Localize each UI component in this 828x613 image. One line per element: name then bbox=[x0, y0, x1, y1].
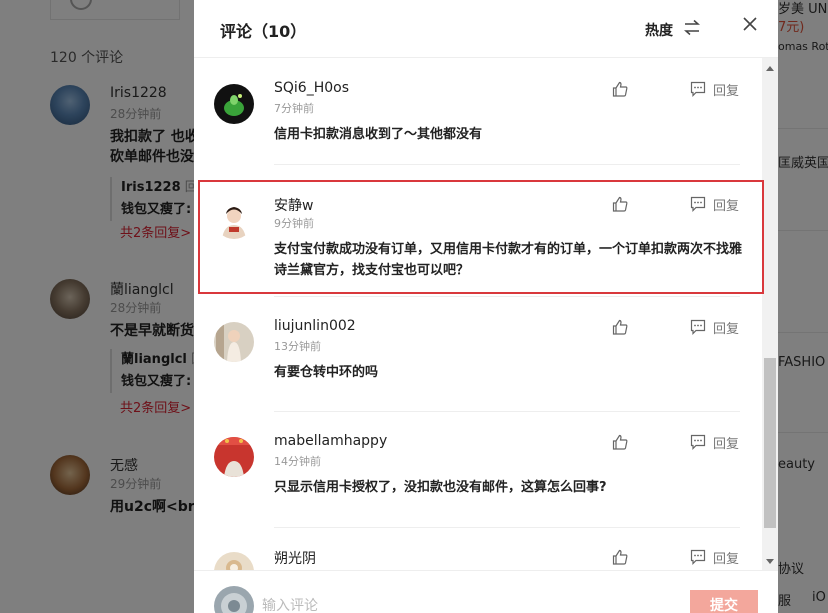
comment-text: 有要仓转中环的吗 bbox=[274, 365, 379, 380]
comment-user[interactable]: 朔光阴 bbox=[274, 548, 316, 568]
comment-bubble-icon[interactable] bbox=[690, 434, 706, 450]
comments-modal: 评论（10） 热度 SQi6_H0os 7分钟前 回复 信用卡扣款消息收到了～其… bbox=[194, 0, 778, 613]
comment-text: 只显示信用卡授权了，没扣款也没有邮件，这算怎么回事? bbox=[274, 480, 607, 495]
reply-button[interactable]: 回复 bbox=[713, 80, 739, 99]
divider bbox=[274, 296, 740, 297]
comment-user[interactable]: SQi6_H0os bbox=[274, 80, 349, 96]
thumbs-up-icon[interactable] bbox=[612, 319, 628, 335]
avatar bbox=[214, 552, 254, 570]
comment-input[interactable] bbox=[262, 595, 562, 613]
scroll-down-arrow-icon[interactable] bbox=[766, 559, 774, 564]
highlight-annotation bbox=[198, 180, 764, 294]
thumbs-up-icon[interactable] bbox=[612, 81, 628, 97]
comment-bubble-icon[interactable] bbox=[690, 319, 706, 335]
comment-bubble-icon[interactable] bbox=[690, 81, 706, 97]
swap-icon[interactable] bbox=[684, 19, 700, 37]
avatar bbox=[214, 322, 254, 362]
thumbs-up-icon[interactable] bbox=[612, 549, 628, 565]
avatar bbox=[214, 586, 254, 613]
reply-button[interactable]: 回复 bbox=[713, 433, 739, 452]
comment-bubble-icon[interactable] bbox=[690, 549, 706, 565]
divider bbox=[274, 164, 740, 165]
modal-header: 评论（10） 热度 bbox=[194, 0, 778, 58]
thumbs-up-icon[interactable] bbox=[612, 434, 628, 450]
comment-time: 13分钟前 bbox=[274, 340, 321, 353]
comment-text: 信用卡扣款消息收到了～其他都没有 bbox=[274, 127, 483, 142]
divider bbox=[274, 527, 740, 528]
avatar bbox=[214, 84, 254, 124]
comment-time: 14分钟前 bbox=[274, 455, 321, 468]
avatar bbox=[214, 437, 254, 477]
comment-list[interactable]: SQi6_H0os 7分钟前 回复 信用卡扣款消息收到了～其他都没有 安静w 9… bbox=[194, 58, 762, 570]
comment-user[interactable]: mabellamhappy bbox=[274, 433, 387, 449]
close-icon[interactable] bbox=[742, 16, 758, 32]
scroll-up-arrow-icon[interactable] bbox=[766, 66, 774, 71]
divider bbox=[274, 411, 740, 412]
submit-button[interactable]: 提交 bbox=[690, 590, 758, 613]
comment-user[interactable]: liujunlin002 bbox=[274, 318, 356, 334]
comment-time: 7分钟前 bbox=[274, 102, 314, 115]
reply-button[interactable]: 回复 bbox=[713, 548, 739, 567]
modal-title: 评论（10） bbox=[220, 22, 307, 41]
reply-button[interactable]: 回复 bbox=[713, 318, 739, 337]
sort-by-popularity-button[interactable]: 热度 bbox=[645, 20, 673, 40]
scrollbar-thumb[interactable] bbox=[764, 358, 776, 528]
comment-composer: 提交 bbox=[194, 570, 778, 613]
scrollbar[interactable] bbox=[762, 58, 778, 570]
